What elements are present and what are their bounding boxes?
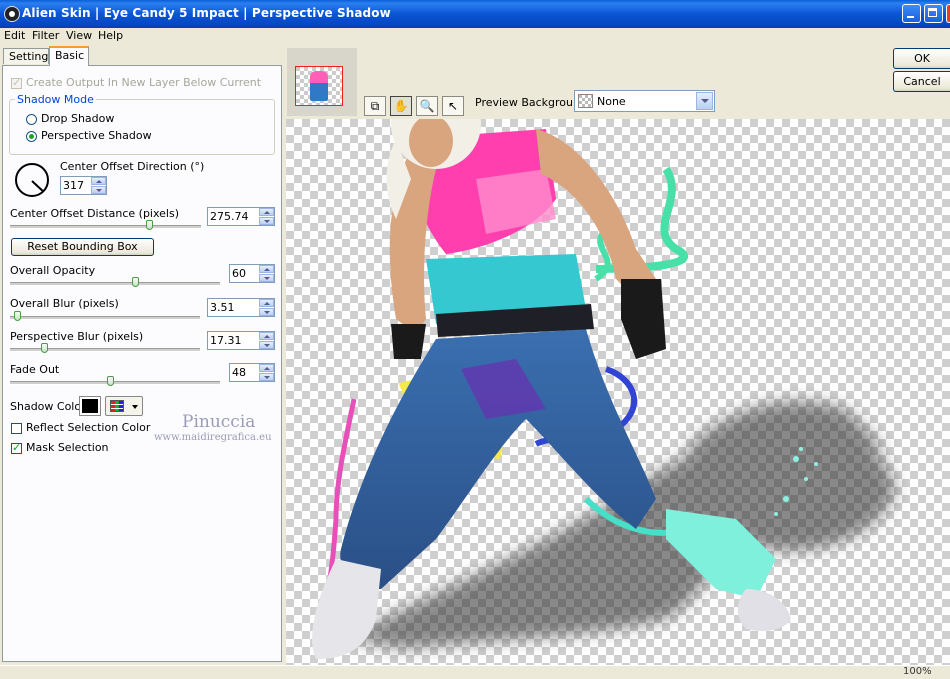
arrow-tool-icon[interactable]: ↖ xyxy=(442,96,464,116)
menu-view[interactable]: View xyxy=(66,29,92,42)
minimize-button[interactable] xyxy=(902,4,921,23)
basic-settings-panel: Create Output In New Layer Below Current… xyxy=(2,65,282,662)
overall-blur-input[interactable]: 3.51 xyxy=(207,298,275,317)
shadow-color-fill xyxy=(82,399,98,413)
center-offset-direction-input[interactable]: 317 xyxy=(60,176,107,195)
menu-filter[interactable]: Filter xyxy=(32,29,59,42)
center-offset-distance-input[interactable]: 275.74 xyxy=(207,207,275,226)
overall-opacity-slider[interactable] xyxy=(10,282,220,286)
shadow-color-label: Shadow Color xyxy=(10,400,86,413)
mask-selection-label[interactable]: Mask Selection xyxy=(26,441,109,454)
left-glove xyxy=(391,324,426,359)
status-bar: 100% xyxy=(0,665,950,679)
drop-shadow-label[interactable]: Drop Shadow xyxy=(41,112,114,125)
right-glove xyxy=(621,279,666,359)
mask-selection-checkbox[interactable] xyxy=(11,441,22,454)
perspective-blur-input[interactable]: 17.31 xyxy=(207,331,275,350)
perspective-blur-up-arrow-icon[interactable] xyxy=(259,332,274,340)
opacity-down-arrow-icon[interactable] xyxy=(259,274,274,282)
close-button[interactable] xyxy=(946,4,950,23)
right-shoe xyxy=(737,589,791,631)
menu-help[interactable]: Help xyxy=(98,29,123,42)
perspective-blur-label: Perspective Blur (pixels) xyxy=(10,330,144,343)
palette-icon xyxy=(110,400,124,412)
cancel-button[interactable]: Cancel xyxy=(893,71,950,92)
preview-background-value: None xyxy=(597,95,626,108)
overall-blur-slider[interactable] xyxy=(10,316,200,320)
shadow-mode-group xyxy=(9,99,275,155)
blur-down-arrow-icon[interactable] xyxy=(259,308,274,316)
shadow-mode-legend: Shadow Mode xyxy=(15,93,96,106)
perspective-blur-down-arrow-icon[interactable] xyxy=(259,341,274,349)
tab-settings[interactable]: Settings xyxy=(3,48,54,64)
menu-bar: Edit Filter View Help xyxy=(0,28,950,44)
checkerboard-icon xyxy=(578,94,593,108)
maximize-button[interactable] xyxy=(924,4,943,23)
menu-edit[interactable]: Edit xyxy=(4,29,25,42)
create-output-checkbox[interactable] xyxy=(11,76,22,89)
watermark-signature: Pinuccia xyxy=(182,412,256,432)
tab-basic[interactable]: Basic xyxy=(49,46,89,66)
preview-canvas[interactable]: Pinuccia www.maidiregrafica.eu xyxy=(286,119,950,665)
zoom-readout: 100% xyxy=(903,666,932,677)
perspective-shadow-label[interactable]: Perspective Shadow xyxy=(41,129,152,142)
compare-tool-icon[interactable]: ⧉ xyxy=(364,96,386,116)
reflect-selection-color-label[interactable]: Reflect Selection Color xyxy=(26,421,150,434)
fade-down-arrow-icon[interactable] xyxy=(259,373,274,381)
overall-opacity-slider-thumb[interactable] xyxy=(131,277,139,287)
hand-tool-icon[interactable]: ✋ xyxy=(390,96,412,116)
perspective-shadow-radio[interactable] xyxy=(26,131,37,142)
drop-shadow-radio[interactable] xyxy=(26,114,37,125)
alien-skin-app-icon[interactable] xyxy=(4,6,20,22)
direction-up-arrow-icon[interactable] xyxy=(91,177,106,185)
overall-blur-slider-thumb[interactable] xyxy=(13,311,21,321)
create-output-label: Create Output In New Layer Below Current xyxy=(26,76,262,89)
center-offset-direction-label: Center Offset Direction (°) xyxy=(60,160,205,173)
fade-up-arrow-icon[interactable] xyxy=(259,364,274,372)
reset-bounding-box-button[interactable]: Reset Bounding Box xyxy=(11,238,154,256)
dial-needle xyxy=(31,180,45,193)
zoom-tool-icon[interactable]: 🔍 xyxy=(416,96,438,116)
color-picker-button[interactable] xyxy=(105,396,143,416)
overall-opacity-input[interactable]: 60 xyxy=(229,264,275,283)
shadow-color-swatch[interactable] xyxy=(79,396,101,416)
preview-background-select[interactable]: None xyxy=(574,90,715,112)
center-offset-distance-slider[interactable] xyxy=(10,225,201,229)
perspective-blur-slider-thumb[interactable] xyxy=(41,343,49,353)
reflect-selection-color-checkbox[interactable] xyxy=(11,423,22,434)
distance-up-arrow-icon[interactable] xyxy=(259,208,274,216)
preview-image: Pinuccia www.maidiregrafica.eu xyxy=(312,119,896,659)
overall-blur-label: Overall Blur (pixels) xyxy=(10,297,119,310)
fade-out-slider[interactable] xyxy=(10,381,220,385)
chevron-down-icon xyxy=(132,405,138,409)
navigator-thumbnail[interactable] xyxy=(295,66,343,106)
center-offset-distance-label: Center Offset Distance (pixels) xyxy=(10,207,180,220)
perspective-blur-slider[interactable] xyxy=(10,348,200,352)
ok-button[interactable]: OK xyxy=(893,48,950,69)
direction-dial[interactable] xyxy=(15,163,49,197)
blur-up-arrow-icon[interactable] xyxy=(259,299,274,307)
navigator-strip xyxy=(287,48,357,116)
overall-opacity-label: Overall Opacity xyxy=(10,264,96,277)
fade-out-input[interactable]: 48 xyxy=(229,363,275,382)
thumbnail-figure xyxy=(310,71,328,101)
left-shoe xyxy=(312,559,381,659)
chevron-down-icon[interactable] xyxy=(696,92,713,110)
direction-down-arrow-icon[interactable] xyxy=(91,186,106,194)
fade-out-label: Fade Out xyxy=(10,363,60,376)
distance-down-arrow-icon[interactable] xyxy=(259,217,274,225)
center-offset-distance-slider-thumb[interactable] xyxy=(146,220,154,230)
watermark-website: www.maidiregrafica.eu xyxy=(154,432,272,443)
title-bar: Alien Skin | Eye Candy 5 Impact | Perspe… xyxy=(0,0,950,28)
opacity-up-arrow-icon[interactable] xyxy=(259,265,274,273)
window-title: Alien Skin | Eye Candy 5 Impact | Perspe… xyxy=(22,6,391,20)
